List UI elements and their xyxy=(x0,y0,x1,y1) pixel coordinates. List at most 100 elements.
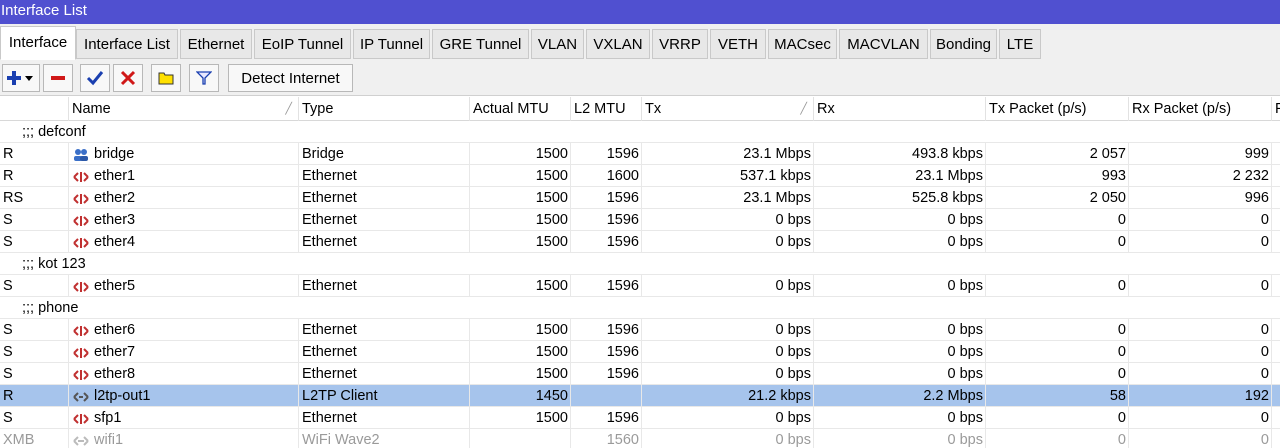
table-row[interactable]: Sether5 Ethernet 1500 1596 0 bps 0 bps 0 0 xyxy=(0,275,1280,297)
cell-rx: 2.2 Mbps xyxy=(814,385,986,407)
table-row[interactable]: Rbridge Bridge 1500 1596 23.1 Mbps 493.8 kbps… xyxy=(0,143,1280,165)
cell-type: Ethernet xyxy=(299,275,470,297)
interface-name: ether8 xyxy=(94,366,136,382)
sort-icon: ╱ xyxy=(800,103,807,115)
column-name[interactable]: Name ╱ xyxy=(69,97,299,121)
cell-l2-mtu: 1596 xyxy=(571,143,642,165)
comment-row[interactable]: ;;; kot 123 xyxy=(0,253,1280,275)
column-tx[interactable]: Tx ╱ xyxy=(642,97,814,121)
cell-l2-mtu: 1596 xyxy=(571,363,642,385)
enable-button[interactable] xyxy=(80,64,110,92)
cell-type: Bridge xyxy=(299,143,470,165)
interface-name: bridge xyxy=(94,146,135,162)
table-row[interactable]: Rl2tp-out1 L2TP Client 1450 21.2 kbps 2.2 Mb… xyxy=(0,385,1280,407)
table-row[interactable]: Sether4 Ethernet 1500 1596 0 bps 0 bps 0 0 xyxy=(0,231,1280,253)
comment-row[interactable]: ;;; defconf xyxy=(0,121,1280,143)
column-tx-packet[interactable]: Tx Packet (p/s) xyxy=(986,97,1129,121)
cell-tx-packet: 2 057 xyxy=(986,143,1129,165)
tab-lte[interactable]: LTE xyxy=(999,29,1041,59)
cell-tx: 0 bps xyxy=(642,429,814,448)
cell-l2-mtu: 1596 xyxy=(571,209,642,231)
ethernet-icon xyxy=(73,367,89,381)
tab-interface-list[interactable]: Interface List xyxy=(76,29,178,59)
cell-flags: R xyxy=(0,385,69,407)
remove-button[interactable] xyxy=(43,64,73,92)
cell-rx: 23.1 Mbps xyxy=(814,165,986,187)
cell-flags: RS xyxy=(0,187,69,209)
add-button[interactable] xyxy=(2,64,40,92)
tab-vlan[interactable]: VLAN xyxy=(531,29,584,59)
cell-tx: 0 bps xyxy=(642,319,814,341)
cell-name: sfp1 xyxy=(69,407,299,429)
tab-bar: Interface Interface List Ethernet EoIP T… xyxy=(0,24,1280,62)
table-row[interactable]: Ssfp1 Ethernet 1500 1596 0 bps 0 bps 0 0 xyxy=(0,407,1280,429)
ethernet-icon xyxy=(73,279,89,293)
cell-flags: S xyxy=(0,231,69,253)
cell-tx: 0 bps xyxy=(642,407,814,429)
cell-tx-packet: 58 xyxy=(986,385,1129,407)
cell-l2-mtu: 1596 xyxy=(571,275,642,297)
column-l2-mtu[interactable]: L2 MTU xyxy=(571,97,642,121)
interface-name: ether6 xyxy=(94,322,136,338)
cell-actual-mtu: 1500 xyxy=(470,363,571,385)
cell-name: ether4 xyxy=(69,231,299,253)
cell-flags: S xyxy=(0,275,69,297)
table-row[interactable]: Sether6 Ethernet 1500 1596 0 bps 0 bps 0 0 xyxy=(0,319,1280,341)
interface-name: ether1 xyxy=(94,168,136,184)
cell-tx: 0 bps xyxy=(642,209,814,231)
column-rx-packet[interactable]: Rx Packet (p/s) xyxy=(1129,97,1272,121)
column-name-label: Name xyxy=(72,101,111,117)
cell-name: ether6 xyxy=(69,319,299,341)
enable-check-icon xyxy=(86,71,104,86)
column-type[interactable]: Type xyxy=(299,97,470,121)
table-header: Name ╱ Type Actual MTU L2 MTU Tx ╱ Rx Tx… xyxy=(0,97,1280,121)
cell-tx: 0 bps xyxy=(642,341,814,363)
column-more[interactable]: F xyxy=(1272,97,1280,121)
cell-actual-mtu: 1500 xyxy=(470,209,571,231)
tab-vxlan[interactable]: VXLAN xyxy=(586,29,650,59)
tab-macsec[interactable]: MACsec xyxy=(768,29,837,59)
cell-name: ether7 xyxy=(69,341,299,363)
cell-name: ether1 xyxy=(69,165,299,187)
tab-gre-tunnel[interactable]: GRE Tunnel xyxy=(432,29,529,59)
cell-tx-packet: 0 xyxy=(986,275,1129,297)
table-row[interactable]: Sether8 Ethernet 1500 1596 0 bps 0 bps 0 0 xyxy=(0,363,1280,385)
cell-type: Ethernet xyxy=(299,363,470,385)
tab-ip-tunnel[interactable]: IP Tunnel xyxy=(353,29,430,59)
tab-bonding[interactable]: Bonding xyxy=(930,29,997,59)
disable-button[interactable] xyxy=(113,64,143,92)
table-row[interactable]: Sether3 Ethernet 1500 1596 0 bps 0 bps 0 0 xyxy=(0,209,1280,231)
tab-eoip-tunnel[interactable]: EoIP Tunnel xyxy=(254,29,351,59)
table-row[interactable]: Rether1 Ethernet 1500 1600 537.1 kbps 23.1 Mb… xyxy=(0,165,1280,187)
table-row[interactable]: Sether7 Ethernet 1500 1596 0 bps 0 bps 0 0 xyxy=(0,341,1280,363)
cell-type: Ethernet xyxy=(299,209,470,231)
interface-name: l2tp-out1 xyxy=(94,388,151,404)
tab-vrrp[interactable]: VRRP xyxy=(652,29,708,59)
cell-l2-mtu: 1596 xyxy=(571,341,642,363)
table-row[interactable]: RS ether2 Ethernet 1500 1596 23.1 Mbps 525.8 k… xyxy=(0,187,1280,209)
cell-rx-packet: 996 xyxy=(1129,187,1272,209)
cell-flags: R xyxy=(0,165,69,187)
comment-icon xyxy=(158,72,174,85)
detect-internet-button[interactable]: Detect Internet xyxy=(228,64,353,92)
tab-veth[interactable]: VETH xyxy=(710,29,766,59)
cell-tx-packet: 0 xyxy=(986,407,1129,429)
wifi-icon xyxy=(73,433,89,447)
cell-name: ether2 xyxy=(69,187,299,209)
cell-rx: 525.8 kbps xyxy=(814,187,986,209)
column-actual-mtu[interactable]: Actual MTU xyxy=(470,97,571,121)
filter-button[interactable] xyxy=(189,64,219,92)
cell-name: wifi1 xyxy=(69,429,299,448)
row-comment: ;;; phone xyxy=(22,300,79,316)
comment-row[interactable]: ;;; phone xyxy=(0,297,1280,319)
column-flags[interactable] xyxy=(0,97,69,121)
cell-tx-packet: 0 xyxy=(986,319,1129,341)
column-rx[interactable]: Rx xyxy=(814,97,986,121)
comment-button[interactable] xyxy=(151,64,181,92)
tab-macvlan[interactable]: MACVLAN xyxy=(839,29,928,59)
tab-ethernet[interactable]: Ethernet xyxy=(180,29,252,59)
cell-name: bridge xyxy=(69,143,299,165)
tab-interface[interactable]: Interface xyxy=(0,26,76,60)
cell-flags: S xyxy=(0,363,69,385)
table-row[interactable]: XMB wifi1 WiFi Wave2 1560 0 bps 0 bps 0 0 xyxy=(0,429,1280,448)
